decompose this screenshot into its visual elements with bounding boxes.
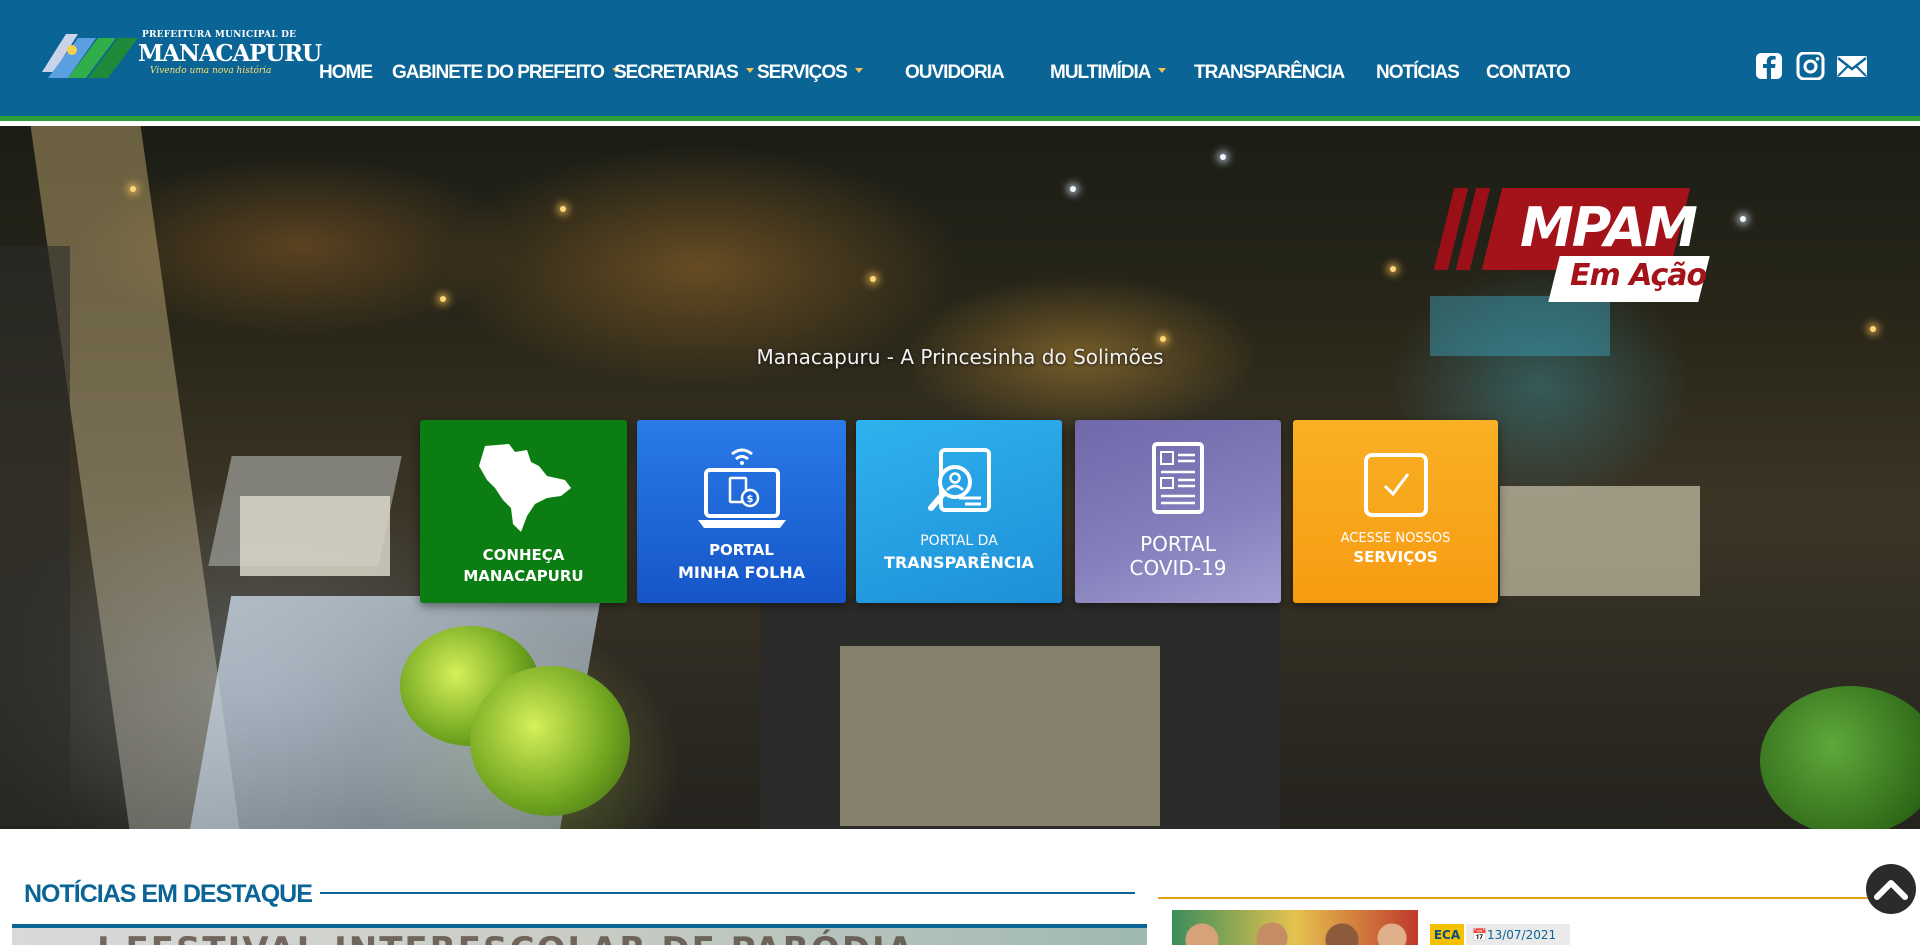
tile-line2: MINHA FOLHA	[677, 563, 806, 582]
city-light-decor	[440, 296, 446, 302]
hero-banner: MPAM Em Ação Manacapuru - A Princesinha …	[0, 126, 1920, 829]
nav-noticias[interactable]: NOTÍCIAS	[1376, 62, 1460, 84]
hero-tree-decor	[470, 666, 630, 816]
tile-line2: TRANSPARÊNCIA	[884, 553, 1034, 572]
date-badge: 📅13/07/2021	[1466, 924, 1570, 945]
tile-line1: PORTAL	[709, 541, 774, 559]
nav-servicos[interactable]: SERVIÇOS	[757, 62, 863, 84]
chevron-down-icon	[1158, 68, 1167, 74]
nav-gabinete-do-prefeito[interactable]: GABINETE DO PREFEITO	[392, 62, 620, 84]
hero-tree-decor	[1760, 686, 1920, 829]
tile-line1: PORTAL	[1140, 532, 1216, 556]
email-icon[interactable]	[1836, 52, 1868, 80]
tile-line1: CONHEÇA	[482, 546, 565, 564]
nav-secretarias[interactable]: SECRETARIAS	[614, 62, 754, 84]
city-light-decor	[870, 276, 876, 282]
facebook-icon[interactable]	[1754, 52, 1784, 80]
news-title-divider	[320, 892, 1135, 894]
map-icon	[420, 442, 627, 532]
document-search-icon	[856, 442, 1062, 532]
city-light-decor	[1870, 326, 1876, 332]
featured-news-image[interactable]: I FESTIVAL INTERESCOLAR DE PARÓDIA	[12, 924, 1147, 945]
city-light-decor	[1220, 154, 1226, 160]
city-light-decor	[1160, 336, 1166, 342]
nav-transparencia[interactable]: TRANSPARÊNCIA	[1194, 62, 1345, 84]
tile-portal-covid-19[interactable]: PORTAL COVID-19	[1075, 420, 1281, 603]
calendar-icon: 📅	[1472, 928, 1487, 942]
checkbox-icon	[1293, 450, 1498, 540]
site-logo[interactable]: PREFEITURA MUNICIPAL DE MANACAPURU Viven…	[38, 24, 322, 86]
chevron-down-icon	[854, 68, 863, 74]
laptop-money-icon: $	[637, 442, 846, 532]
instagram-icon[interactable]	[1795, 52, 1825, 80]
city-light-decor	[1390, 266, 1396, 272]
featured-news-image-text: I FESTIVAL INTERESCOLAR DE PARÓDIA	[97, 930, 915, 945]
nav-home[interactable]: HOME	[319, 62, 373, 84]
site-header: PREFEITURA MUNICIPAL DE MANACAPURU Viven…	[0, 0, 1920, 121]
mpam-em-acao-badge[interactable]: MPAM Em Ação	[1433, 186, 1720, 306]
svg-text:$: $	[746, 494, 753, 505]
badge-subtitle: Em Ação	[1570, 258, 1707, 293]
tile-line2: MANACAPURU	[463, 567, 584, 585]
hero-building-decor	[0, 246, 70, 826]
tile-portal-minha-folha[interactable]: $ PORTAL MINHA FOLHA	[637, 420, 846, 603]
nav-contato[interactable]: CONTATO	[1486, 62, 1571, 84]
logo-mark-icon	[42, 34, 138, 78]
tile-line1: ACESSE NOSSOS	[1340, 531, 1451, 546]
tile-line1: PORTAL DA	[920, 533, 998, 549]
newspaper-icon	[1075, 442, 1281, 532]
logo-line1: PREFEITURA MUNICIPAL DE	[142, 30, 297, 40]
chevron-up-icon	[1874, 880, 1908, 900]
hero-building-decor	[240, 496, 390, 576]
hero-building-decor	[1500, 486, 1700, 596]
back-to-top-button[interactable]	[1866, 864, 1916, 914]
logo-line2: MANACAPURU	[138, 40, 322, 67]
category-badge[interactable]: ECA	[1430, 924, 1464, 945]
city-light-decor	[1070, 186, 1076, 192]
chevron-down-icon	[745, 68, 754, 74]
side-news-divider	[1158, 897, 1878, 899]
hero-building-decor	[840, 646, 1160, 826]
hero-tagline: Manacapuru - A Princesinha do Solimões	[756, 345, 1164, 369]
news-date: 13/07/2021	[1486, 928, 1557, 942]
news-section-title: NOTÍCIAS EM DESTAQUE	[24, 880, 313, 908]
nav-ouvidoria[interactable]: OUVIDORIA	[905, 62, 1005, 84]
tile-portal-transparencia[interactable]: PORTAL DA TRANSPARÊNCIA	[856, 420, 1062, 603]
tile-line2: COVID-19	[1129, 556, 1227, 580]
badge-title: MPAM	[1520, 196, 1698, 259]
nav-multimidia[interactable]: MULTIMÍDIA	[1050, 62, 1167, 84]
tile-line2: SERVIÇOS	[1353, 548, 1438, 566]
tile-conheca-manacapuru[interactable]: CONHEÇA MANACAPURU	[420, 420, 627, 603]
city-light-decor	[1740, 216, 1746, 222]
tile-acesse-nossos-servicos[interactable]: ACESSE NOSSOS SERVIÇOS	[1293, 420, 1498, 603]
city-light-decor	[130, 186, 136, 192]
city-light-decor	[560, 206, 566, 212]
logo-slogan: Vivendo uma nova história	[150, 66, 272, 76]
side-news-thumbnail[interactable]	[1172, 910, 1418, 945]
